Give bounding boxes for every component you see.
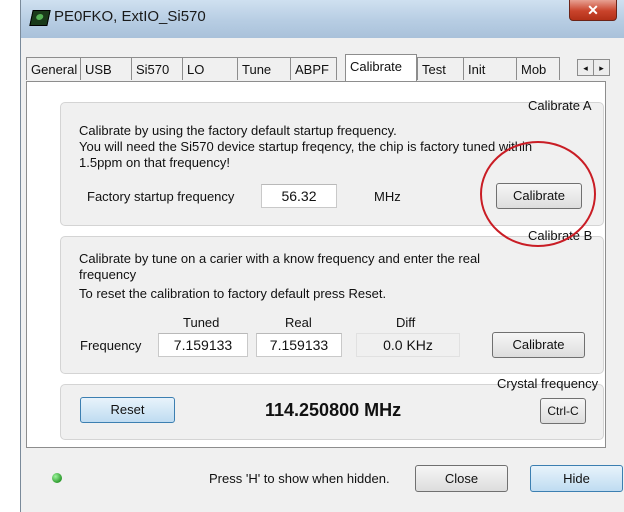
frequency-row-label: Frequency bbox=[80, 338, 142, 353]
tab-init[interactable]: Init bbox=[463, 57, 517, 80]
tab-lo[interactable]: LO bbox=[182, 57, 238, 80]
diff-frequency-field: 0.0 KHz bbox=[356, 333, 460, 357]
window-title: PE0FKO, ExtIO_Si570 bbox=[54, 8, 206, 25]
tuned-column-header: Tuned bbox=[183, 315, 220, 330]
factory-frequency-unit: MHz bbox=[374, 189, 401, 204]
annotation-circle bbox=[480, 141, 596, 247]
tab-test[interactable]: Test bbox=[417, 57, 464, 80]
factory-frequency-input[interactable]: 56.32 bbox=[261, 184, 337, 208]
factory-frequency-label: Factory startup frequency bbox=[87, 189, 235, 204]
calibrate-a-text-1: Calibrate by using the factory default s… bbox=[79, 123, 397, 138]
calibrate-a-text-3: 1.5ppm on that frequency! bbox=[79, 155, 231, 170]
calibrate-b-text-3: To reset the calibration to factory defa… bbox=[79, 286, 387, 301]
calibrate-a-text-2: You will need the Si570 device startup f… bbox=[79, 139, 533, 154]
copy-frequency-button[interactable]: Ctrl-C bbox=[540, 398, 586, 424]
diff-column-header: Diff bbox=[396, 315, 416, 330]
tab-scroll-left-icon[interactable]: ◂ bbox=[577, 59, 594, 76]
tab-abpf[interactable]: ABPF bbox=[290, 57, 337, 80]
reset-button[interactable]: Reset bbox=[80, 397, 175, 423]
tab-usb[interactable]: USB bbox=[80, 57, 132, 80]
tab-calibrate[interactable]: Calibrate bbox=[345, 54, 417, 81]
hide-hint-text: Press 'H' to show when hidden. bbox=[209, 471, 390, 486]
real-column-header: Real bbox=[285, 315, 312, 330]
app-icon bbox=[29, 10, 51, 26]
calibrate-a-label: Calibrate A bbox=[528, 98, 592, 113]
hide-button[interactable]: Hide bbox=[530, 465, 623, 492]
real-frequency-input[interactable]: 7.159133 bbox=[256, 333, 342, 357]
tab-general[interactable]: General bbox=[26, 57, 81, 80]
tab-mob[interactable]: Mob bbox=[516, 57, 560, 80]
close-button[interactable]: Close bbox=[415, 465, 508, 492]
calibrate-b-text-2: frequency bbox=[79, 267, 137, 282]
tuned-frequency-input[interactable]: 7.159133 bbox=[158, 333, 248, 357]
crystal-frequency-label: Crystal frequency bbox=[497, 376, 599, 391]
calibrate-b-text-1: Calibrate by tune on a carier with a kno… bbox=[79, 251, 481, 266]
close-icon[interactable]: ✕ bbox=[569, 0, 617, 21]
tab-strip: General USB Si570 LO Tune ABPF Calibrate… bbox=[26, 54, 610, 81]
crystal-frequency-value: 114.250800 MHz bbox=[265, 400, 402, 420]
status-led-icon bbox=[52, 473, 62, 483]
calibrate-b-button[interactable]: Calibrate bbox=[492, 332, 585, 358]
title-bar[interactable]: PE0FKO, ExtIO_Si570 ✕ bbox=[21, 0, 624, 38]
tab-scroll-right-icon[interactable]: ▸ bbox=[593, 59, 610, 76]
tab-tune[interactable]: Tune bbox=[237, 57, 291, 80]
tab-si570[interactable]: Si570 bbox=[131, 57, 183, 80]
